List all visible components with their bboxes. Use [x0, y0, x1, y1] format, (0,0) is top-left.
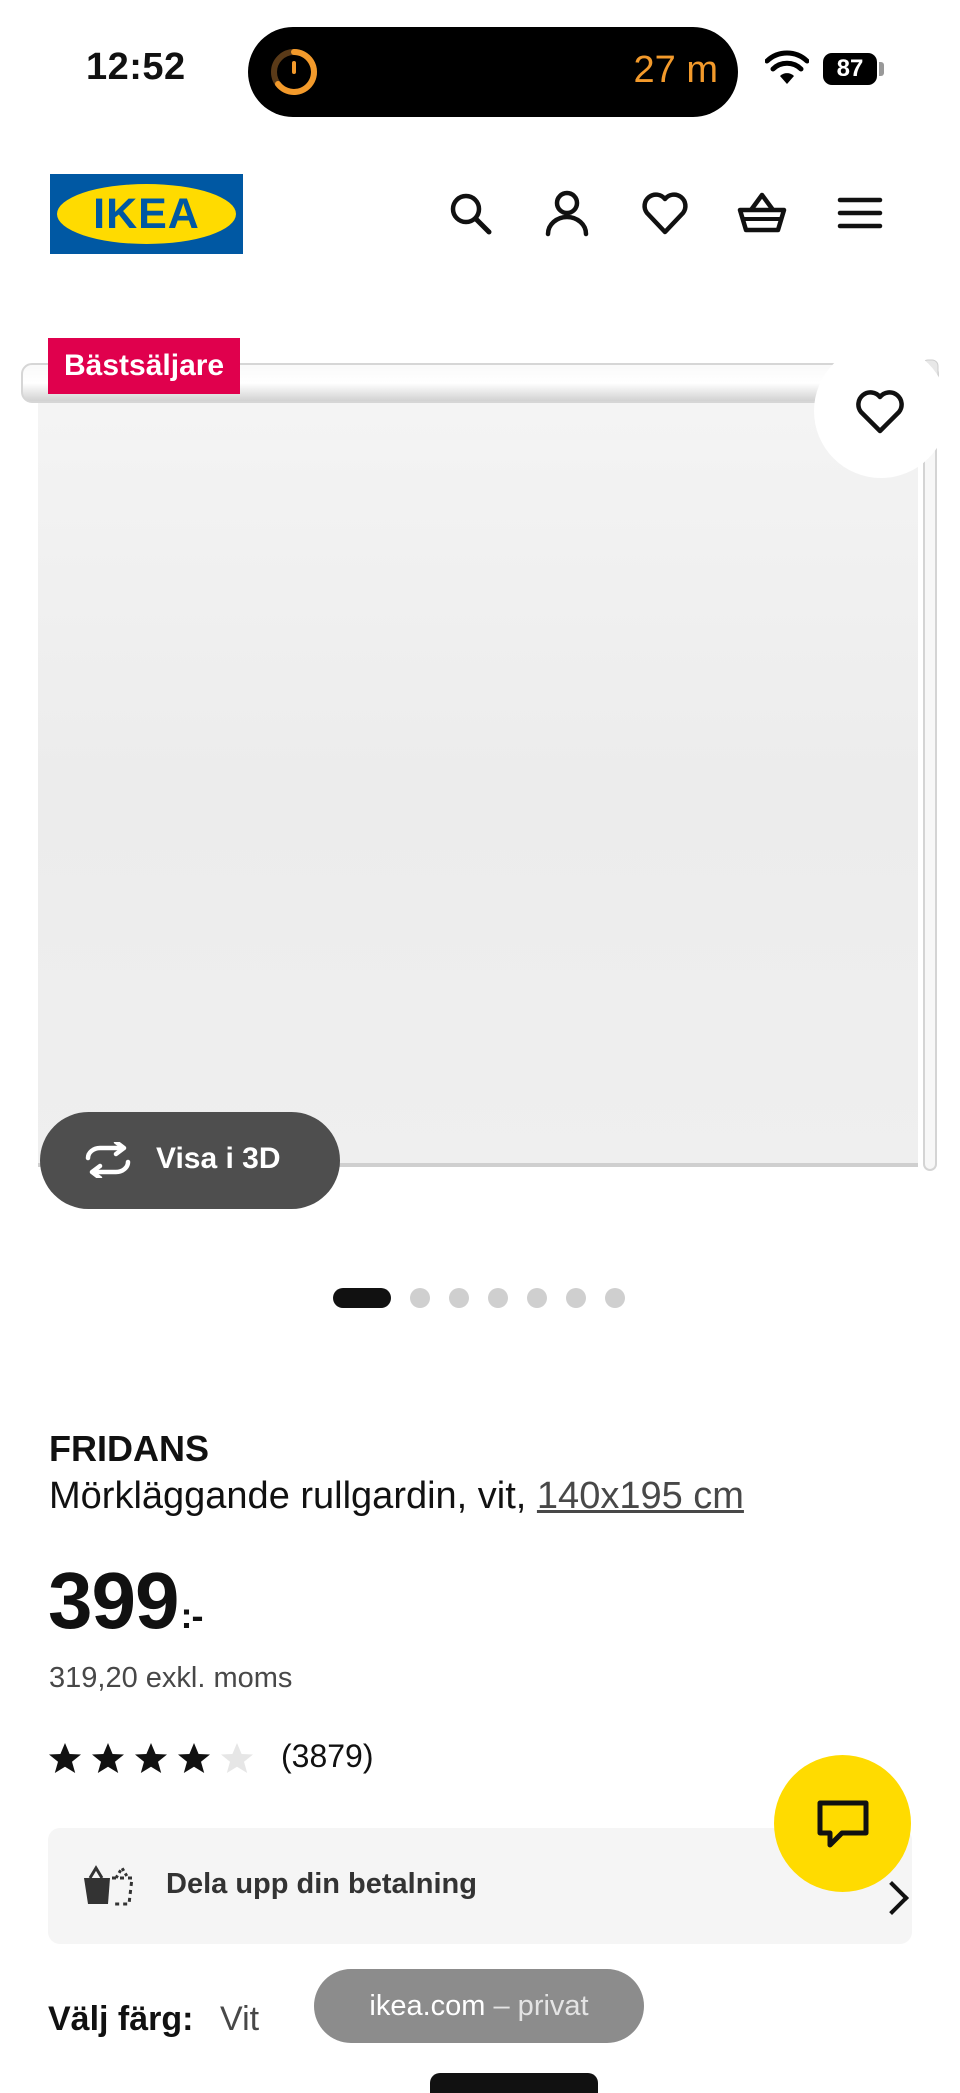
rotate-3d-icon	[85, 1142, 131, 1178]
heart-outline-icon	[856, 390, 904, 434]
bestseller-badge: Bästsäljare	[48, 338, 241, 394]
next-section-edge	[430, 2073, 598, 2093]
carousel-dot-5[interactable]	[527, 1288, 547, 1308]
private-mode-label: – privat	[493, 1990, 589, 2022]
chat-button[interactable]	[774, 1755, 911, 1892]
color-select-label: Välj färg:	[48, 2000, 194, 2038]
product-name: FRIDANS	[49, 1428, 209, 1469]
split-payment-label: Dela upp din betalning	[166, 1868, 477, 1900]
carousel-dot-3[interactable]	[449, 1288, 469, 1308]
star-icon	[135, 1743, 167, 1773]
star-icon	[49, 1743, 81, 1773]
battery-indicator: 87	[823, 53, 877, 85]
logo-text: IKEA	[93, 190, 200, 238]
review-count[interactable]: (3879)	[281, 1738, 374, 1775]
add-to-favourites-button[interactable]	[814, 344, 948, 478]
carousel-dot-6[interactable]	[566, 1288, 586, 1308]
account-icon[interactable]	[542, 188, 592, 238]
color-select-value: Vit	[220, 2000, 260, 2038]
carousel-dot-2[interactable]	[410, 1288, 430, 1308]
price-suffix: :-	[180, 1595, 203, 1636]
view-3d-label: Visa i 3D	[156, 1142, 281, 1175]
product-price: 399:-	[48, 1555, 203, 1647]
star-icon	[178, 1743, 210, 1773]
star-icon	[92, 1743, 124, 1773]
star-empty-icon	[221, 1743, 253, 1773]
basket-icon[interactable]	[737, 188, 787, 238]
carousel-dot-7[interactable]	[605, 1288, 625, 1308]
wifi-icon	[765, 50, 809, 84]
url-domain: ikea.com	[369, 1990, 486, 2022]
battery-cap	[879, 62, 884, 76]
carousel-dot-4[interactable]	[488, 1288, 508, 1308]
activity-timer: 27 m	[633, 49, 718, 91]
timer-ring-icon	[271, 49, 317, 95]
product-type: Mörkläggande rullgardin, vit,	[49, 1475, 527, 1517]
search-icon[interactable]	[445, 188, 495, 238]
menu-icon[interactable]	[835, 188, 885, 238]
browser-url-bar[interactable]: ikea.com – privat	[314, 1969, 644, 2043]
carousel-dot-1[interactable]	[333, 1288, 391, 1308]
chat-bubble-icon	[817, 1800, 869, 1848]
view-3d-button[interactable]: Visa i 3D	[40, 1112, 340, 1209]
product-image[interactable]	[0, 320, 960, 1220]
size-link[interactable]: 140x195 cm	[537, 1475, 744, 1517]
product-description: Mörkläggande rullgardin, vit, 140x195 cm	[49, 1475, 744, 1518]
split-payment-icon	[84, 1865, 134, 1906]
ikea-logo[interactable]: IKEA	[50, 174, 243, 254]
chevron-right-icon	[875, 1881, 909, 1915]
dynamic-island: 27 m	[248, 27, 738, 117]
rating-stars[interactable]	[48, 1742, 263, 1776]
price-ex-vat: 319,20 exkl. moms	[49, 1662, 293, 1694]
status-time: 12:52	[86, 46, 186, 88]
heart-icon[interactable]	[640, 188, 690, 238]
price-value: 399	[48, 1556, 179, 1645]
